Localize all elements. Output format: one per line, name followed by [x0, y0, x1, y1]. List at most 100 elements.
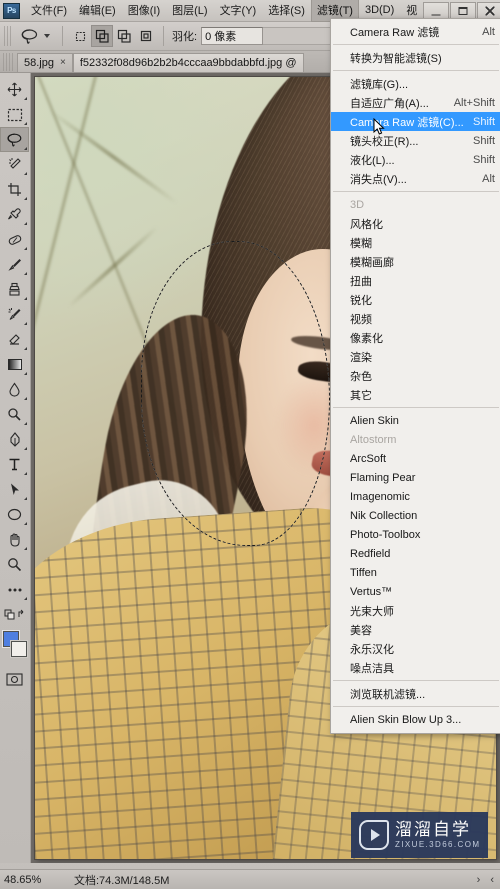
- gradient-tool[interactable]: [0, 352, 29, 377]
- ellipse-shape-tool[interactable]: [0, 502, 29, 527]
- menuitem-browse-online-filters[interactable]: 浏览联机滤镜...: [331, 684, 500, 703]
- edit-toolbar-tool[interactable]: [0, 577, 29, 602]
- menuitem-video[interactable]: 视频: [331, 309, 500, 328]
- menuitem-nik-collection[interactable]: Nik Collection: [331, 506, 500, 525]
- intersect-selection-button[interactable]: [135, 25, 157, 47]
- history-brush-tool[interactable]: [0, 302, 29, 327]
- clone-stamp-tool[interactable]: [0, 277, 29, 302]
- tool-preset-chevron-down-icon[interactable]: [44, 34, 50, 38]
- default-colors-and-swap[interactable]: [0, 602, 29, 627]
- tab-label: f52332f08d96b2b2b4cccaa9bbdabbfd.jpg @: [79, 57, 297, 69]
- play-triangle-icon: [371, 829, 380, 841]
- menuitem-lens-correction[interactable]: 镜头校正(R)... Shift: [331, 131, 500, 150]
- feather-input[interactable]: 0 像素: [201, 27, 264, 45]
- menuitem-alien-skin-blow-up-3[interactable]: Alien Skin Blow Up 3...: [331, 710, 500, 729]
- rectangular-marquee-tool[interactable]: [0, 102, 29, 127]
- tab-close-icon[interactable]: ×: [60, 58, 66, 68]
- menuitem-noise[interactable]: 杂色: [331, 366, 500, 385]
- background-color-swatch[interactable]: [11, 641, 27, 657]
- tab-bar-grip[interactable]: [3, 53, 15, 71]
- menuitem-redfield[interactable]: Redfield: [331, 544, 500, 563]
- menuitem-camera-raw-filter-last[interactable]: Camera Raw 滤镜 Alt: [331, 22, 500, 41]
- menuitem-tiffen[interactable]: Tiffen: [331, 563, 500, 582]
- menuitem-arcsoft[interactable]: ArcSoft: [331, 449, 500, 468]
- window-close-button[interactable]: [477, 2, 500, 19]
- menu-item-label: 噪点洁具: [350, 662, 394, 675]
- hand-tool[interactable]: [0, 527, 29, 552]
- menuitem-alien-skin[interactable]: Alien Skin: [331, 411, 500, 430]
- menuitem-vanishing-point[interactable]: 消失点(V)... Alt: [331, 169, 500, 188]
- menuitem-beauty[interactable]: 美容: [331, 620, 500, 639]
- status-arrow-left-icon[interactable]: ‹: [490, 874, 494, 886]
- menu-item-label: 其它: [350, 389, 372, 402]
- photoshop-window: Ps 文件(F) 编辑(E) 图像(I) 图层(L) 文字(Y) 选择(S) 滤镜(T) 3D…: [0, 0, 500, 889]
- new-selection-button[interactable]: [69, 25, 91, 47]
- menu-separator: [333, 70, 499, 71]
- color-swatches[interactable]: [0, 629, 29, 663]
- zoom-tool[interactable]: [0, 552, 29, 577]
- menu-select[interactable]: 选择(S): [262, 0, 311, 22]
- menu-type[interactable]: 文字(Y): [214, 0, 263, 22]
- menu-item-label: Alien Skin Blow Up 3...: [350, 713, 462, 726]
- tab-f52332[interactable]: f52332f08d96b2b2b4cccaa9bbdabbfd.jpg @: [72, 53, 304, 72]
- menu-layer[interactable]: 图层(L): [166, 0, 213, 22]
- menu-item-label: 镜头校正(R)...: [350, 135, 419, 148]
- move-tool[interactable]: [0, 77, 29, 102]
- filter-dropdown-menu[interactable]: Camera Raw 滤镜 Alt 转换为智能滤镜(S) 滤镜库(G)... 自适应广角…: [330, 18, 500, 734]
- type-tool[interactable]: [0, 452, 29, 477]
- menu-separator: [333, 680, 499, 681]
- menuitem-render[interactable]: 渲染: [331, 347, 500, 366]
- menuitem-distort[interactable]: 扭曲: [331, 271, 500, 290]
- menuitem-stylize[interactable]: 风格化: [331, 214, 500, 233]
- menu-edit[interactable]: 编辑(E): [73, 0, 122, 22]
- lasso-icon[interactable]: [16, 25, 42, 47]
- tab-58-jpg[interactable]: 58.jpg ×: [17, 53, 73, 72]
- blur-tool[interactable]: [0, 377, 29, 402]
- eraser-tool[interactable]: [0, 327, 29, 352]
- menu-image[interactable]: 图像(I): [122, 0, 166, 22]
- window-minimize-button[interactable]: [423, 2, 450, 19]
- status-arrow-right-icon[interactable]: ›: [477, 874, 481, 886]
- menuitem-convert-smart-filter[interactable]: 转换为智能滤镜(S): [331, 48, 500, 67]
- menuitem-photo-toolbox[interactable]: Photo-Toolbox: [331, 525, 500, 544]
- dodge-tool[interactable]: [0, 402, 29, 427]
- menuitem-adaptive-wide-angle[interactable]: 自适应广角(A)... Alt+Shift: [331, 93, 500, 112]
- menuitem-blur[interactable]: 模糊: [331, 233, 500, 252]
- options-bar-grip[interactable]: [4, 26, 11, 46]
- eyedropper-tool[interactable]: [0, 202, 29, 227]
- menuitem-liquify[interactable]: 液化(L)... Shift: [331, 150, 500, 169]
- lasso-tool[interactable]: [0, 127, 29, 152]
- hand-tool-submenu-triangle-icon: [24, 547, 27, 550]
- path-selection-tool[interactable]: [0, 477, 29, 502]
- menuitem-other[interactable]: 其它: [331, 385, 500, 404]
- add-to-selection-button[interactable]: [91, 25, 113, 47]
- menuitem-light-beam-master[interactable]: 光束大师: [331, 601, 500, 620]
- crop-tool[interactable]: [0, 177, 29, 202]
- history-brush-tool-submenu-triangle-icon: [24, 322, 27, 325]
- tools-panel: [0, 73, 31, 863]
- options-divider-2: [163, 26, 164, 46]
- window-maximize-button[interactable]: [450, 2, 477, 19]
- pen-tool[interactable]: [0, 427, 29, 452]
- subtract-from-selection-button[interactable]: [113, 25, 135, 47]
- healing-brush-tool[interactable]: [0, 227, 29, 252]
- menuitem-pixelate[interactable]: 像素化: [331, 328, 500, 347]
- menuitem-flaming-pear[interactable]: Flaming Pear: [331, 468, 500, 487]
- zoom-level-input[interactable]: 48.65%: [0, 874, 58, 886]
- menu-file[interactable]: 文件(F): [25, 0, 73, 22]
- quick-mask-toggle[interactable]: [0, 667, 29, 692]
- menu-item-label: Altostorm: [350, 433, 397, 446]
- menuitem-filter-gallery[interactable]: 滤镜库(G)...: [331, 74, 500, 93]
- menuitem-noise-tool[interactable]: 噪点洁具: [331, 658, 500, 677]
- menuitem-camera-raw-filter[interactable]: Camera Raw 滤镜(C)... Shift: [331, 112, 500, 131]
- brush-tool[interactable]: [0, 252, 29, 277]
- quick-selection-tool[interactable]: [0, 152, 29, 177]
- menu-item-shortcut: Shift: [472, 115, 495, 128]
- menuitem-vertus[interactable]: Vertus™: [331, 582, 500, 601]
- menuitem-sharpen[interactable]: 锐化: [331, 290, 500, 309]
- menu-item-label: 消失点(V)...: [350, 173, 407, 186]
- menuitem-blur-gallery[interactable]: 模糊画廊: [331, 252, 500, 271]
- menuitem-yongle-chinese[interactable]: 永乐汉化: [331, 639, 500, 658]
- menuitem-imagenomic[interactable]: Imagenomic: [331, 487, 500, 506]
- pen-tool-submenu-triangle-icon: [24, 447, 27, 450]
